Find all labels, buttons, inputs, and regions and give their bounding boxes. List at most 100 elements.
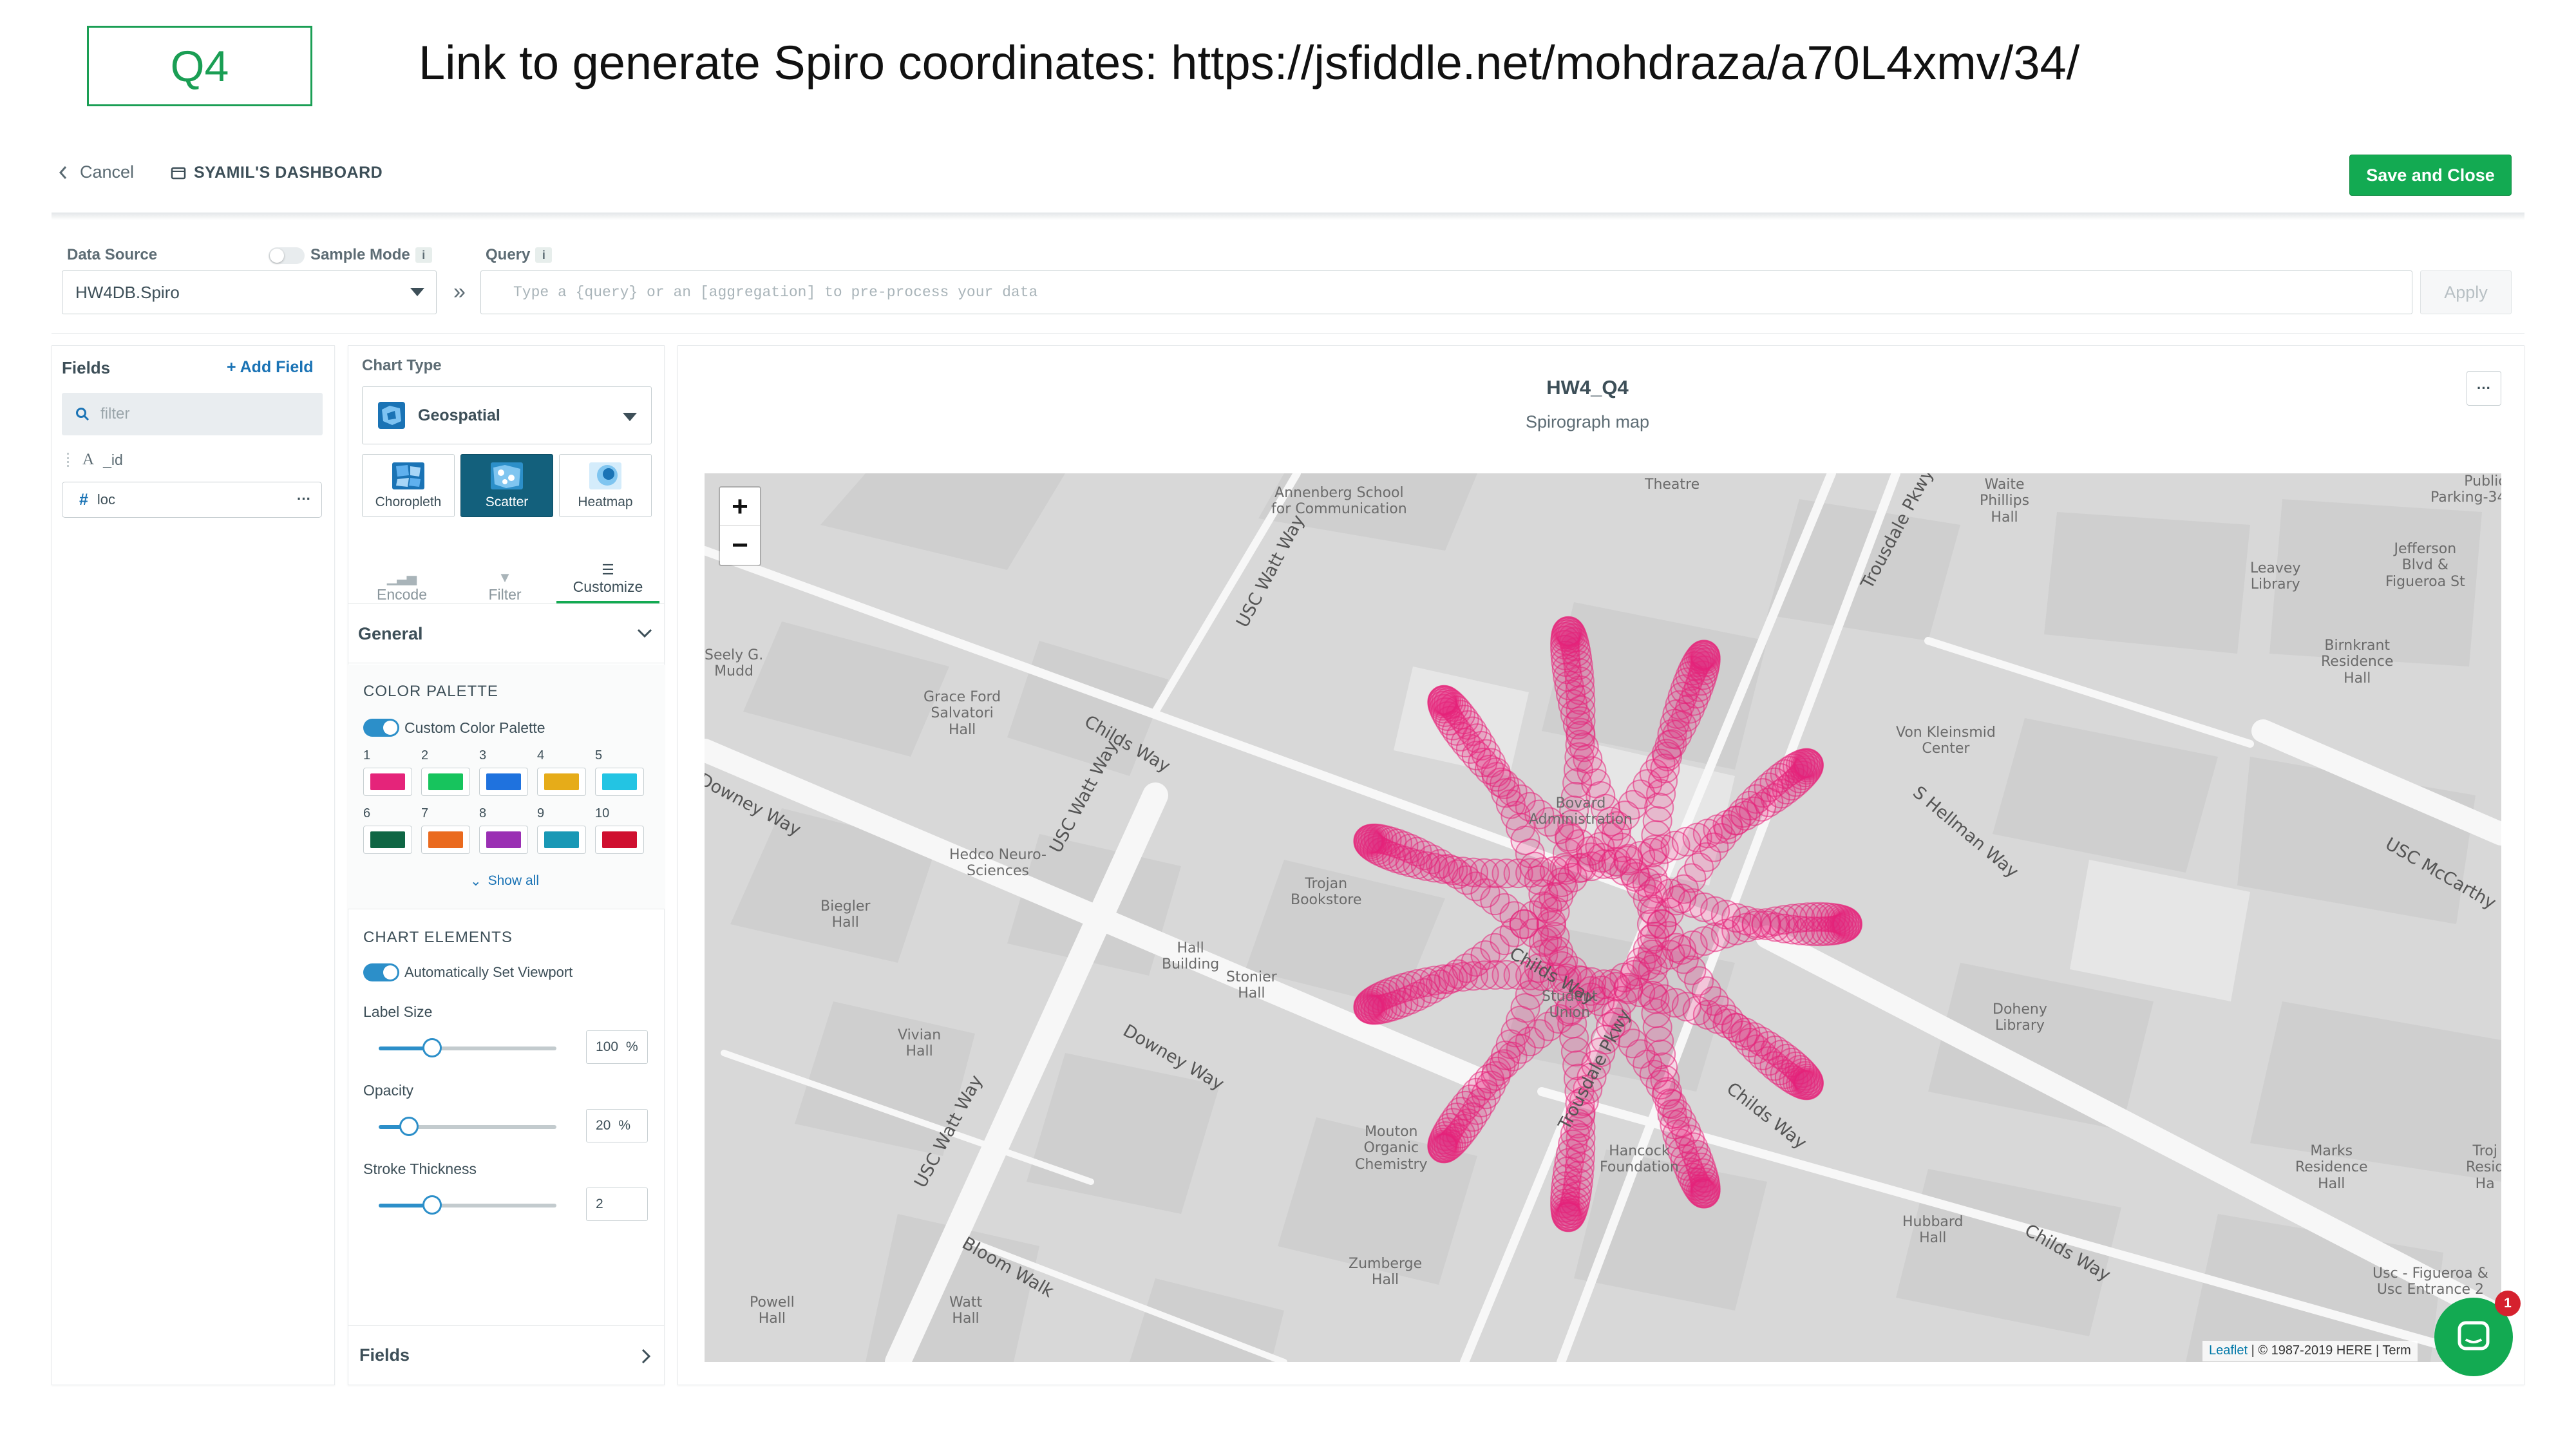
data-source-select[interactable]: HW4DB.Spiro	[62, 270, 437, 314]
opacity-slider-knob[interactable]	[399, 1117, 419, 1136]
show-all-button[interactable]: ⌄ Show all	[470, 873, 539, 889]
info-icon[interactable]: i	[535, 247, 553, 263]
string-type-icon: A	[82, 451, 95, 468]
number-type-icon: #	[79, 490, 88, 509]
map-label: Powell Hall	[750, 1294, 795, 1327]
fields-accordion[interactable]: Fields	[348, 1325, 665, 1385]
show-all-label: Show all	[488, 873, 539, 888]
subtype-label: Heatmap	[578, 495, 633, 509]
query-label: Query	[486, 246, 531, 263]
zoom-out-button[interactable]: −	[720, 526, 760, 565]
stroke-thickness-slider[interactable]	[379, 1204, 556, 1208]
notification-badge: 1	[2495, 1291, 2521, 1316]
label-size-slider-knob[interactable]	[422, 1038, 442, 1057]
subtype-label: Scatter	[485, 495, 529, 509]
map-label: Bovard Administration	[1529, 795, 1633, 828]
palette-swatch[interactable]	[421, 826, 470, 854]
sample-mode-toggle[interactable]	[269, 247, 305, 264]
swatch-color	[486, 773, 521, 790]
question-badge: Q4	[87, 26, 312, 106]
subtype-heatmap-button[interactable]: Heatmap	[559, 454, 652, 517]
pipeline-arrow-icon: »	[453, 279, 466, 304]
chart-type-label: Chart Type	[362, 357, 442, 374]
cancel-label: Cancel	[80, 162, 135, 182]
label-size-value: 100	[596, 1039, 619, 1054]
leaflet-link[interactable]: Leaflet	[2209, 1343, 2248, 1358]
general-accordion[interactable]: General	[348, 605, 665, 663]
stroke-thickness-input[interactable]: 2	[586, 1188, 648, 1221]
chevron-down-icon: ⌄	[470, 874, 482, 889]
palette-swatch[interactable]	[363, 826, 412, 854]
dashboard-breadcrumb[interactable]: SYAMIL'S DASHBOARD	[171, 164, 383, 182]
swatch-color	[370, 831, 405, 848]
chevron-down-icon	[637, 629, 652, 638]
map-label: Theatre	[1645, 477, 1700, 493]
swatch-color	[428, 831, 463, 848]
custom-palette-row: Custom Color Palette	[363, 719, 545, 737]
tab-customize[interactable]: ☰ Customize	[556, 562, 659, 603]
map-canvas[interactable]	[705, 473, 2501, 1362]
field-item-loc[interactable]: # loc ···	[62, 482, 322, 518]
swatch-color	[428, 773, 463, 790]
chart-type-select[interactable]: Geospatial	[362, 386, 652, 444]
palette-swatch[interactable]	[595, 826, 644, 854]
header-divider	[52, 213, 2524, 220]
scatter-point	[1832, 908, 1862, 938]
field-item-id[interactable]: A _id	[67, 451, 123, 469]
zoom-in-button[interactable]: +	[720, 488, 760, 526]
tab-encode[interactable]: ▁▃▅ Encode	[350, 570, 453, 603]
palette-swatch[interactable]	[595, 768, 644, 796]
map-label: Hall Building	[1162, 940, 1220, 973]
info-icon[interactable]: i	[415, 247, 432, 263]
stroke-thickness-slider-knob[interactable]	[422, 1195, 442, 1215]
save-and-close-button[interactable]: Save and Close	[2349, 155, 2512, 196]
subtype-choropleth-button[interactable]: Choropleth	[362, 454, 455, 517]
drag-handle-icon[interactable]	[67, 453, 73, 467]
custom-palette-toggle[interactable]	[363, 719, 399, 737]
sliders-icon: ☰	[601, 562, 614, 578]
auto-viewport-row: Automatically Set Viewport	[363, 963, 573, 981]
attribution-text: | © 1987-2019 HERE | Term	[2248, 1343, 2411, 1358]
map-label: Zumberge Hall	[1349, 1256, 1423, 1289]
map-label: Waite Phillips Hall	[1980, 477, 2030, 526]
swatch-number: 4	[537, 748, 545, 762]
map-label: Hedco Neuro- Sciences	[949, 847, 1046, 880]
fields-header: Fields	[62, 358, 111, 377]
query-input[interactable]: Type a {query} or an [aggregation] to pr…	[480, 270, 2412, 314]
swatch-number: 3	[479, 748, 487, 762]
add-field-button[interactable]: + Add Field	[227, 358, 314, 377]
chart-title: HW4_Q4	[1546, 376, 1629, 399]
stroke-thickness-value: 2	[596, 1197, 603, 1211]
scatter-map-icon	[491, 462, 523, 489]
palette-swatch[interactable]	[479, 768, 528, 796]
field-menu-icon[interactable]: ···	[297, 491, 311, 507]
cancel-button[interactable]: Cancel	[58, 162, 134, 182]
caret-down-icon	[623, 413, 637, 421]
map-label: Vivian Hall	[898, 1027, 942, 1060]
palette-swatch[interactable]	[479, 826, 528, 854]
label-size-slider[interactable]	[379, 1046, 556, 1050]
subtype-scatter-button[interactable]: Scatter	[460, 454, 553, 517]
palette-swatch[interactable]	[363, 768, 412, 796]
palette-swatch[interactable]	[537, 826, 586, 854]
map-viewport[interactable]: Annenberg School for Communication Theatr…	[705, 473, 2501, 1362]
apply-button[interactable]: Apply	[2420, 270, 2512, 314]
tab-label: Encode	[376, 586, 427, 603]
general-label: General	[358, 624, 423, 643]
palette-swatch[interactable]	[421, 768, 470, 796]
tab-filter[interactable]: ▼ Filter	[453, 569, 556, 603]
map-label: Usc - Figueroa & Usc Entrance 2	[2372, 1265, 2488, 1298]
palette-swatch[interactable]	[537, 768, 586, 796]
opacity-input[interactable]: 20%	[586, 1109, 648, 1142]
chart-more-button[interactable]: ···	[2467, 371, 2501, 406]
swatch-number: 1	[363, 748, 371, 762]
swatch-color	[544, 831, 579, 848]
field-filter-input[interactable]: filter	[62, 393, 323, 435]
heatmap-icon	[589, 462, 621, 489]
swatch-number: 10	[595, 806, 610, 820]
label-size-input[interactable]: 100%	[586, 1030, 648, 1064]
auto-viewport-toggle[interactable]	[363, 963, 399, 981]
tab-label: Customize	[573, 578, 643, 595]
chart-subtitle: Spirograph map	[1525, 412, 1650, 431]
map-label: Von Kleinsmid Center	[1896, 724, 1996, 757]
